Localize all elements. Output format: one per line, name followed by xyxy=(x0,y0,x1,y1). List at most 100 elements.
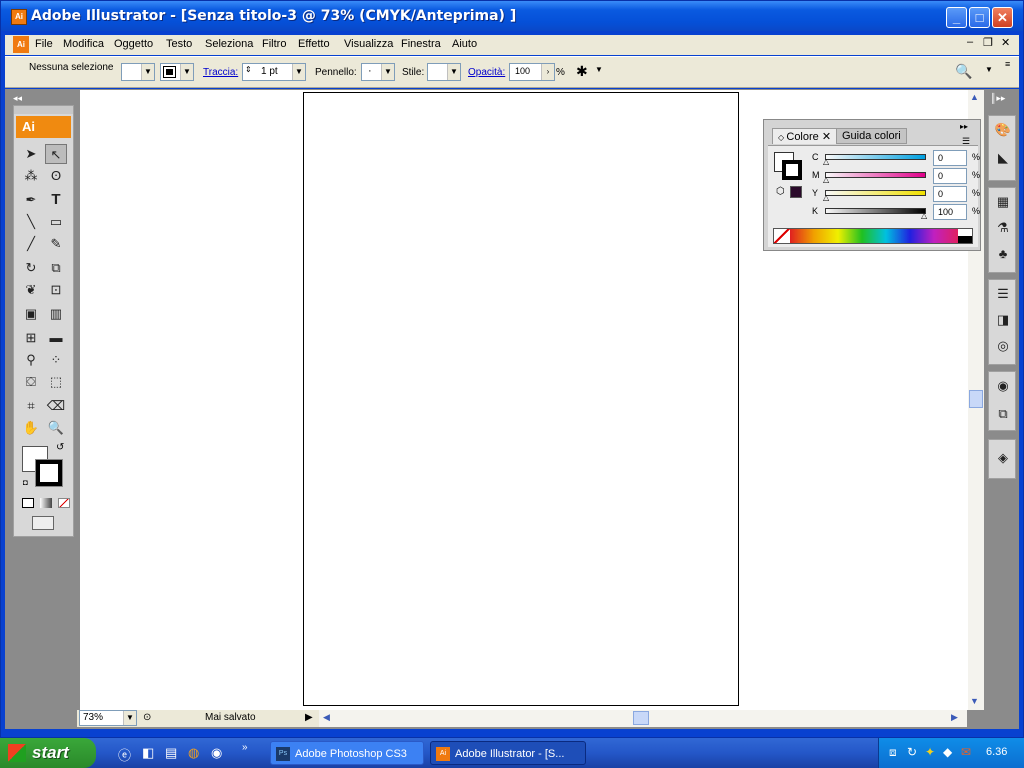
illustrator-app-icon[interactable]: Ai xyxy=(11,9,27,25)
opacita-link[interactable]: Opacità: xyxy=(468,67,505,78)
menu-seleziona[interactable]: Seleziona xyxy=(205,38,253,50)
panel-menu-icon[interactable]: ≡ xyxy=(1005,59,1010,69)
scroll-right-icon[interactable]: ▶ xyxy=(951,712,958,723)
tab-colore[interactable]: ◇ Colore ✕ xyxy=(772,128,838,144)
direct-selection-tool-icon[interactable]: ↖ xyxy=(45,144,67,164)
zoom-tool-icon[interactable]: 🔍 xyxy=(45,418,67,438)
chevron-right-icon[interactable]: › xyxy=(541,64,554,80)
taskbar-photoshop[interactable]: Ps Adobe Photoshop CS3 xyxy=(270,741,424,765)
eyedropper-icon[interactable]: ⚲ xyxy=(20,350,42,370)
doc-close-icon[interactable]: ✕ xyxy=(1001,36,1010,49)
gradient-mode-icon[interactable] xyxy=(40,498,52,508)
hand-tool-icon[interactable]: ✋ xyxy=(20,418,42,438)
spectrum-gradient[interactable] xyxy=(790,229,958,243)
stroke-panel-icon[interactable]: ☰ xyxy=(993,284,1013,304)
menu-modifica[interactable]: Modifica xyxy=(63,38,104,50)
style-picker[interactable]: ▼ xyxy=(427,63,461,81)
tab-guida-colori[interactable]: Guida colori xyxy=(836,128,907,144)
transparency-icon[interactable]: ◎ xyxy=(993,336,1013,356)
color-spectrum-bar[interactable] xyxy=(773,228,973,244)
black-swatch[interactable] xyxy=(958,236,972,243)
stroke-weight-field[interactable]: ⇕ 1 pt ▼ xyxy=(242,63,306,81)
tray-network-icon[interactable]: ⧈ xyxy=(889,745,897,760)
menu-filtro[interactable]: Filtro xyxy=(262,38,286,50)
swatches-icon[interactable]: ▦ xyxy=(993,192,1013,212)
collapse-toolbox-icon[interactable]: ◂◂ xyxy=(13,93,22,104)
maximize-button[interactable]: □ xyxy=(969,7,990,28)
stroke-swatch[interactable] xyxy=(35,459,63,487)
scale-tool-icon[interactable]: ⧉ xyxy=(45,258,67,278)
panel-expand-icon[interactable]: ▸▸ xyxy=(960,122,968,131)
live-paint-selection-icon[interactable]: ⬚ xyxy=(45,372,67,392)
stroke-color-picker[interactable]: ▼ xyxy=(160,63,194,81)
firefox-icon[interactable]: ◍ xyxy=(188,745,199,761)
document-menu-icon[interactable]: Ai xyxy=(13,36,29,53)
last-color-swatch[interactable] xyxy=(790,186,802,198)
tray-update-icon[interactable]: ◆ xyxy=(943,745,952,759)
doc-minimize-icon[interactable]: – xyxy=(967,36,973,48)
live-paint-bucket-icon[interactable]: ⛋ xyxy=(20,372,42,392)
selection-tool-icon[interactable]: ➤ xyxy=(20,144,42,164)
gradient-panel-icon[interactable]: ◨ xyxy=(993,310,1013,330)
fill-color-picker[interactable]: ▼ xyxy=(121,63,155,81)
menu-testo[interactable]: Testo xyxy=(166,38,192,50)
type-tool-icon[interactable]: T xyxy=(45,190,67,210)
rotate-tool-icon[interactable]: ↻ xyxy=(20,258,42,278)
yellow-bar[interactable] xyxy=(825,190,926,196)
scroll-left-icon[interactable]: ◀ xyxy=(323,712,330,723)
menu-finestra[interactable]: Finestra xyxy=(401,38,441,50)
tray-security-icon[interactable]: ✦ xyxy=(925,745,935,759)
none-mode-icon[interactable] xyxy=(58,498,70,508)
horizontal-scroll-thumb[interactable] xyxy=(633,711,649,725)
none-color-icon[interactable] xyxy=(774,229,790,243)
stepper-icon[interactable]: ⇕ xyxy=(245,65,252,74)
doc-restore-icon[interactable]: ❐ xyxy=(983,36,993,49)
symbols-icon[interactable]: ♣ xyxy=(993,244,1013,264)
slider-thumb-icon[interactable]: △ xyxy=(823,175,829,184)
blend-tool-icon[interactable]: ⁘ xyxy=(45,350,67,370)
status-arrow-icon[interactable]: ▶ xyxy=(305,712,313,723)
minimize-button[interactable]: _ xyxy=(946,7,967,28)
paintbrush-icon[interactable]: ╱ xyxy=(20,234,42,254)
taskbar-illustrator[interactable]: Ai Adobe Illustrator - [S... xyxy=(430,741,586,765)
title-bar[interactable]: Ai Adobe Illustrator - [Senza titolo-3 @… xyxy=(1,1,1023,31)
traccia-link[interactable]: Traccia: xyxy=(203,67,238,78)
slider-thumb-icon[interactable]: △ xyxy=(823,193,829,202)
menu-file[interactable]: File xyxy=(35,38,53,50)
brushes-icon[interactable]: ⚗ xyxy=(993,218,1013,238)
cyan-bar[interactable] xyxy=(825,154,926,160)
graph-tool-icon[interactable]: ▥ xyxy=(45,304,67,324)
close-icon[interactable]: ✕ xyxy=(819,131,831,143)
rectangle-tool-icon[interactable]: ▭ xyxy=(45,212,67,232)
chevron-down-icon[interactable]: ▼ xyxy=(595,65,603,74)
status-menu-icon[interactable]: ⊙ xyxy=(143,712,151,723)
menu-aiuto[interactable]: Aiuto xyxy=(452,38,477,50)
magic-wand-icon[interactable]: ⁂ xyxy=(20,166,42,186)
mesh-tool-icon[interactable]: ⊞ xyxy=(20,328,42,348)
warp-tool-icon[interactable]: ❦ xyxy=(20,280,42,300)
start-button[interactable]: start xyxy=(0,738,96,768)
magenta-bar[interactable] xyxy=(825,172,926,178)
cyan-value[interactable]: 0 xyxy=(933,150,967,166)
pencil-icon[interactable]: ✎ xyxy=(45,234,67,254)
bridge-icon[interactable]: 🔍 xyxy=(955,63,972,80)
menu-effetto[interactable]: Effetto xyxy=(298,38,330,50)
layers-icon[interactable]: ◈ xyxy=(993,448,1013,468)
recolor-icon[interactable]: ✱ xyxy=(576,63,588,80)
white-swatch[interactable] xyxy=(958,229,972,236)
slice-tool-icon[interactable]: ⌗ xyxy=(20,396,42,416)
color-guide-icon[interactable]: ◣ xyxy=(993,148,1013,168)
horizontal-scrollbar[interactable]: ◀ ▶ xyxy=(319,710,967,727)
out-of-gamut-icon[interactable]: ⬡ xyxy=(776,186,785,197)
opacity-field[interactable]: 100 › xyxy=(509,63,555,81)
lasso-icon[interactable]: ʘ xyxy=(45,166,67,186)
artboard[interactable] xyxy=(303,92,739,706)
scroll-down-icon[interactable]: ▼ xyxy=(970,696,979,706)
menu-oggetto[interactable]: Oggetto xyxy=(114,38,153,50)
chevron-down-icon[interactable]: ▼ xyxy=(985,65,993,74)
explorer-icon[interactable]: ◧ xyxy=(142,745,154,761)
scroll-up-icon[interactable]: ▲ xyxy=(970,92,979,102)
black-value[interactable]: 100 xyxy=(933,204,967,220)
color-panel-icon[interactable]: 🎨 xyxy=(993,120,1013,140)
slider-thumb-icon[interactable]: △ xyxy=(823,157,829,166)
